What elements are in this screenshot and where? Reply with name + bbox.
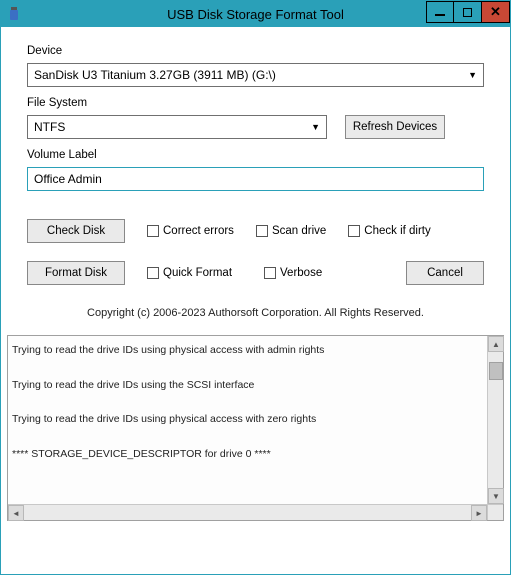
log-line: Trying to read the drive IDs using physi… bbox=[12, 344, 483, 357]
checkbox-label: Correct errors bbox=[163, 225, 234, 237]
device-dropdown[interactable]: SanDisk U3 Titanium 3.27GB (3911 MB) (G:… bbox=[27, 63, 484, 87]
scroll-up-icon[interactable]: ▲ bbox=[488, 336, 504, 352]
checkbox-icon bbox=[147, 267, 159, 279]
vertical-scrollbar[interactable]: ▲ ▼ bbox=[487, 336, 503, 504]
log-line: Trying to read the drive IDs using the S… bbox=[12, 379, 483, 392]
scroll-right-icon[interactable]: ► bbox=[471, 505, 487, 521]
volume-label-value: Office Admin bbox=[34, 172, 102, 186]
chevron-down-icon: ▼ bbox=[468, 70, 477, 80]
app-window: USB Disk Storage Format Tool ✕ Device Sa… bbox=[0, 0, 511, 575]
format-disk-button[interactable]: Format Disk bbox=[27, 261, 125, 285]
scroll-corner bbox=[487, 504, 503, 520]
checkbox-icon bbox=[348, 225, 360, 237]
scrollbar-track[interactable] bbox=[488, 380, 503, 488]
copyright-text: Copyright (c) 2006-2023 Authorsoft Corpo… bbox=[27, 307, 484, 319]
checkbox-label: Quick Format bbox=[163, 267, 232, 279]
log-line: **** STORAGE_DEVICE_DESCRIPTOR for drive… bbox=[12, 448, 483, 461]
quick-format-checkbox[interactable]: Quick Format bbox=[147, 267, 232, 279]
close-button[interactable]: ✕ bbox=[482, 1, 510, 23]
checkbox-label: Verbose bbox=[280, 267, 322, 279]
scrollbar-track[interactable] bbox=[24, 505, 471, 520]
device-selected: SanDisk U3 Titanium 3.27GB (3911 MB) (G:… bbox=[34, 68, 276, 82]
filesystem-selected: NTFS bbox=[34, 120, 65, 134]
log-line: Trying to read the drive IDs using physi… bbox=[12, 413, 483, 426]
check-disk-button[interactable]: Check Disk bbox=[27, 219, 125, 243]
scroll-down-icon[interactable]: ▼ bbox=[488, 488, 504, 504]
chevron-down-icon: ▼ bbox=[311, 122, 320, 132]
device-label: Device bbox=[27, 45, 484, 57]
maximize-button[interactable] bbox=[454, 1, 482, 23]
refresh-devices-button[interactable]: Refresh Devices bbox=[345, 115, 445, 139]
window-buttons: ✕ bbox=[426, 1, 510, 23]
checkbox-icon bbox=[147, 225, 159, 237]
volume-label-label: Volume Label bbox=[27, 149, 484, 161]
verbose-checkbox[interactable]: Verbose bbox=[264, 267, 322, 279]
titlebar[interactable]: USB Disk Storage Format Tool ✕ bbox=[1, 1, 510, 27]
log-content[interactable]: Trying to read the drive IDs using physi… bbox=[8, 336, 487, 504]
log-panel: Trying to read the drive IDs using physi… bbox=[7, 335, 504, 521]
scan-drive-checkbox[interactable]: Scan drive bbox=[256, 225, 326, 237]
checkbox-label: Scan drive bbox=[272, 225, 326, 237]
minimize-button[interactable] bbox=[426, 1, 454, 23]
horizontal-scrollbar[interactable]: ◄ ► bbox=[8, 504, 487, 520]
usb-drive-icon bbox=[7, 7, 21, 21]
main-content: Device SanDisk U3 Titanium 3.27GB (3911 … bbox=[1, 27, 510, 335]
correct-errors-checkbox[interactable]: Correct errors bbox=[147, 225, 234, 237]
filesystem-dropdown[interactable]: NTFS ▼ bbox=[27, 115, 327, 139]
scroll-left-icon[interactable]: ◄ bbox=[8, 505, 24, 521]
check-if-dirty-checkbox[interactable]: Check if dirty bbox=[348, 225, 430, 237]
checkbox-label: Check if dirty bbox=[364, 225, 430, 237]
checkbox-icon bbox=[256, 225, 268, 237]
checkbox-icon bbox=[264, 267, 276, 279]
filesystem-label: File System bbox=[27, 97, 484, 109]
scrollbar-thumb[interactable] bbox=[489, 362, 503, 380]
volume-label-input[interactable]: Office Admin bbox=[27, 167, 484, 191]
cancel-button[interactable]: Cancel bbox=[406, 261, 484, 285]
